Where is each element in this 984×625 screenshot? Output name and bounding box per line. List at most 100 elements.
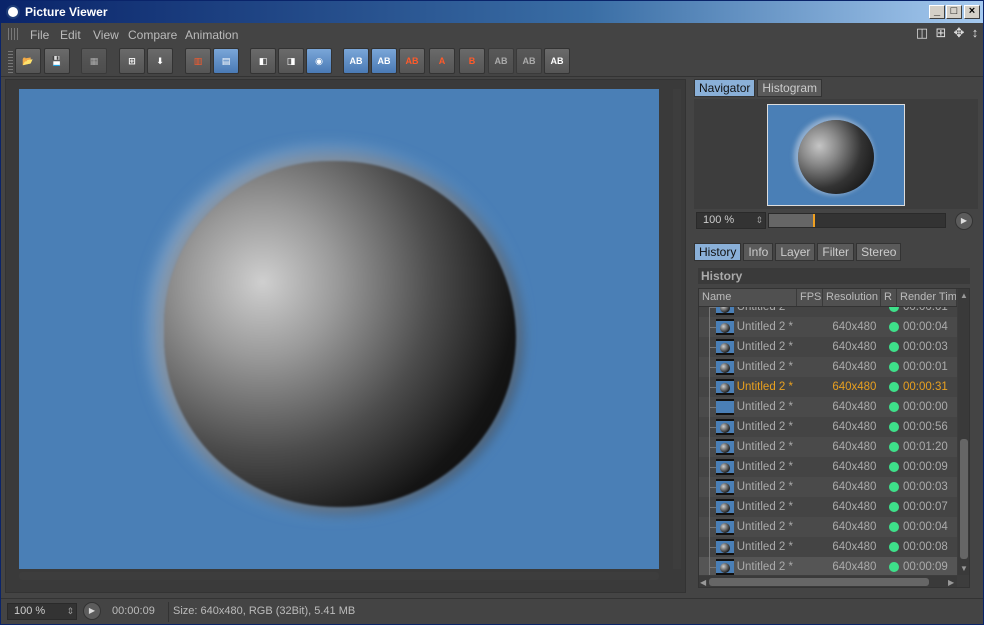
view-b-button[interactable]: ◨ — [278, 48, 304, 74]
navigator-play-button[interactable]: ▶ — [955, 212, 973, 230]
clear-history-button[interactable]: ▥ — [185, 48, 211, 74]
minimize-button[interactable]: _ — [929, 5, 945, 19]
compare-ab-split-button[interactable]: AB — [371, 48, 397, 74]
ab-settings-button[interactable]: AB — [544, 48, 570, 74]
view-stereo-button[interactable]: ◉ — [306, 48, 332, 74]
status-zoom-stepper-icon[interactable]: ⇕ — [66, 604, 74, 619]
row-name: Untitled 2 * — [736, 381, 793, 393]
history-horizontal-scroll-thumb[interactable] — [709, 578, 929, 586]
filter-button[interactable]: ▦ — [81, 48, 107, 74]
row-resolution: 640x480 — [832, 361, 877, 373]
render-single-button[interactable]: ⬇ — [147, 48, 173, 74]
row-thumbnail — [716, 559, 734, 575]
table-row[interactable]: Untitled 2 * 640x480 00:00:09 — [699, 457, 957, 477]
move-icon[interactable]: ✥ — [952, 26, 966, 40]
table-row[interactable]: Untitled 2 * 640x480 00:00:03 — [699, 477, 957, 497]
row-name: Untitled 2 * — [736, 341, 793, 353]
close-button[interactable]: × — [964, 5, 980, 19]
row-name: Untitled 2 * — [736, 561, 793, 573]
sphere-thumb-icon — [720, 483, 731, 493]
tab-stereo[interactable]: Stereo — [856, 243, 902, 261]
render-canvas[interactable] — [19, 89, 659, 569]
table-row[interactable]: Untitled 2 * 640x480 00:00:04 — [699, 517, 957, 537]
row-resolution: 640x480 — [832, 441, 877, 453]
tree-line — [699, 537, 718, 557]
tree-line — [699, 317, 718, 337]
column-resolution[interactable]: Resolution — [823, 289, 881, 306]
tab-navigator[interactable]: Navigator — [694, 79, 756, 97]
title-bar: Picture Viewer _ □ × — [1, 1, 983, 23]
row-thumbnail — [716, 359, 734, 375]
menu-animation[interactable]: Animation — [185, 28, 238, 42]
viewport-horizontal-scrollbar[interactable] — [19, 572, 659, 580]
zoom-slider-fill — [769, 214, 813, 227]
menu-view[interactable]: View — [93, 28, 119, 42]
row-thumbnail — [716, 539, 734, 555]
ab-overlay-button[interactable]: AB — [516, 48, 542, 74]
tab-layer[interactable]: Layer — [775, 243, 816, 261]
filter-icon: ▦ — [89, 56, 99, 66]
maximize-button[interactable]: □ — [946, 5, 962, 19]
compare-ab-swap-button[interactable]: AB — [399, 48, 425, 74]
tab-histogram[interactable]: Histogram — [757, 79, 823, 97]
table-row[interactable]: Untitled 2 * 640x480 00:00:07 — [699, 497, 957, 517]
scroll-left-icon[interactable]: ◀ — [700, 578, 706, 587]
menu-file[interactable]: File — [30, 28, 49, 42]
row-resolution: 640x480 — [832, 381, 877, 393]
render-region-button[interactable]: ⊞ — [119, 48, 145, 74]
table-row[interactable]: Untitled 2 * 640x480 00:00:00 — [699, 397, 957, 417]
panel-layout-icon[interactable]: ◫ — [915, 26, 929, 40]
scroll-up-icon[interactable]: ▲ — [960, 291, 968, 300]
navigator-zoom-slider[interactable] — [768, 213, 946, 228]
history-vertical-scrollbar[interactable]: ▲ ▼ — [958, 289, 969, 575]
scroll-right-icon[interactable]: ▶ — [948, 578, 954, 587]
ab-overlay-icon: AB — [522, 56, 536, 66]
menu-compare[interactable]: Compare — [128, 28, 177, 42]
save-button[interactable]: 💾 — [44, 48, 70, 74]
tab-history[interactable]: History — [694, 243, 742, 261]
tab-info[interactable]: Info — [743, 243, 774, 261]
compare-ab-button[interactable]: AB — [343, 48, 369, 74]
table-row[interactable]: Untitled 2 * 640x480 00:00:08 — [699, 537, 957, 557]
history-button[interactable]: ▤ — [213, 48, 239, 74]
scroll-down-icon[interactable]: ▼ — [960, 564, 968, 573]
table-row[interactable]: Untitled 2 * 640x480 00:00:04 — [699, 317, 957, 337]
column-fps[interactable]: FPS — [797, 289, 823, 306]
viewport-vertical-scrollbar[interactable] — [673, 89, 681, 569]
column-r[interactable]: R — [881, 289, 897, 306]
view-a-icon: ◧ — [258, 56, 268, 66]
navigator-zoom-input[interactable]: 100 % ⇕ — [696, 212, 766, 229]
zoom-stepper-icon[interactable]: ⇕ — [755, 213, 763, 228]
tab-filter[interactable]: Filter — [817, 243, 855, 261]
sphere-thumb-icon — [720, 463, 731, 473]
row-thumbnail — [716, 519, 734, 535]
set-a-button[interactable]: A — [429, 48, 455, 74]
menu-edit[interactable]: Edit — [60, 28, 81, 42]
history-horizontal-scrollbar[interactable]: ◀ ▶ — [699, 576, 957, 587]
ab-diff-button[interactable]: AB — [488, 48, 514, 74]
new-panel-icon[interactable]: ⊞ — [934, 26, 948, 40]
image-viewport[interactable] — [5, 79, 686, 593]
table-row[interactable]: Untitled 2 * 640x480 00:00:31 — [699, 377, 957, 397]
menu-grip-icon — [8, 28, 20, 40]
table-row[interactable]: Untitled 2 * 640x480 00:00:56 — [699, 417, 957, 437]
table-row[interactable]: Untitled 2 * 640x480 00:00:03 — [699, 337, 957, 357]
open-button[interactable]: 📂 — [15, 48, 41, 74]
column-name[interactable]: Name — [699, 289, 797, 306]
history-section-header: History — [698, 268, 970, 284]
column-render-time[interactable]: Render Tim — [897, 289, 957, 306]
navigator-thumbnail[interactable] — [767, 104, 905, 206]
status-zoom-input[interactable]: 100 % ⇕ — [7, 603, 77, 620]
resize-icon[interactable]: ↕ — [968, 26, 982, 40]
history-vertical-scroll-thumb[interactable] — [960, 439, 968, 559]
row-thumbnail — [716, 319, 734, 335]
view-a-button[interactable]: ◧ — [250, 48, 276, 74]
table-row[interactable]: Untitled 2 * 640x480 00:00:01 — [699, 357, 957, 377]
table-row[interactable]: Untitled 2 * 640x480 00:01:20 — [699, 437, 957, 457]
row-name: Untitled 2 * — [736, 501, 793, 513]
row-name: Untitled 2 * — [736, 541, 793, 553]
zoom-slider-knob[interactable] — [813, 214, 815, 227]
table-row[interactable]: Untitled 2 * 640x480 00:00:09 — [699, 557, 957, 575]
status-play-button[interactable]: ▶ — [83, 602, 101, 620]
set-b-button[interactable]: B — [459, 48, 485, 74]
